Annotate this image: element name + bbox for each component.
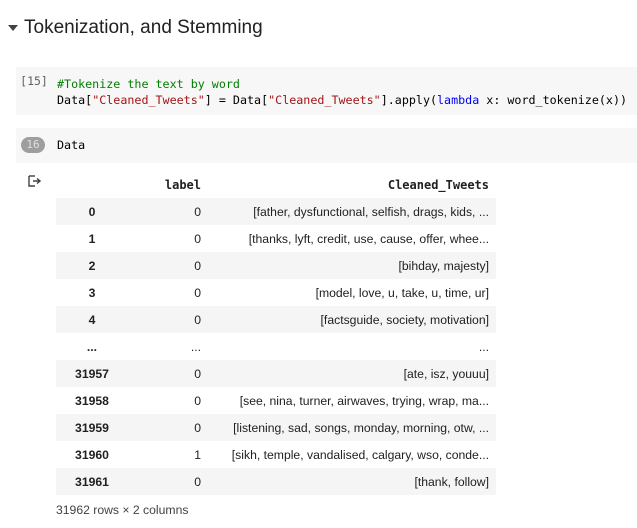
- table-row: 31958 0 [see, nina, turner, airwaves, tryi…: [56, 387, 496, 414]
- table-row: 2 0 [bihday, majesty]: [56, 252, 496, 279]
- row-index: 31958: [75, 393, 109, 408]
- row-index: 31959: [75, 420, 109, 435]
- table-row: 0 0 [father, dysfunctional, selfish, drags…: [56, 198, 496, 225]
- cell-tweets: [see, nina, turner, airwaves, trying, wr…: [239, 393, 489, 408]
- row-index: ...: [86, 339, 98, 354]
- code-token: ].apply(: [380, 93, 438, 107]
- table-row: 3 0 [model, love, u, take, u, time, ur]: [56, 279, 496, 306]
- column-header-index: [56, 172, 128, 198]
- code-editor[interactable]: #Tokenize the text by word Data["Cleaned…: [57, 76, 627, 108]
- cell-label: 1: [194, 447, 201, 462]
- code-editor[interactable]: Data: [57, 137, 85, 153]
- collapse-caret-icon[interactable]: [2, 17, 24, 39]
- code-cell[interactable]: [15] #Tokenize the text by word Data["Cl…: [16, 67, 637, 115]
- cell-tweets: [bihday, majesty]: [398, 258, 489, 273]
- cell-label: 0: [194, 393, 201, 408]
- cell-tweets: [father, dysfunctional, selfish, drags, …: [253, 204, 489, 219]
- table-row: 31957 0 [ate, isz, youuu]: [56, 360, 496, 387]
- row-index: 2: [88, 258, 96, 273]
- table-row: 31959 0 [listening, sad, songs, monday, mo…: [56, 414, 496, 441]
- code-token: x: word_tokenize(x)): [479, 93, 628, 107]
- cell-label: 0: [194, 312, 201, 327]
- code-string: "Cleaned_Tweets": [92, 93, 205, 107]
- cell-tweets: [factsguide, society, motivation]: [320, 312, 489, 327]
- code-token: Data[: [57, 93, 93, 107]
- table-row: 31961 0 [thank, follow]: [56, 468, 496, 495]
- table-row: 1 0 [thanks, lyft, credit, use, cause, off…: [56, 225, 496, 252]
- code-comment: #Tokenize the text by word: [57, 77, 240, 91]
- cell-tweets: [sikh, temple, vandalised, calgary, wso,…: [231, 447, 489, 462]
- table-row: 31960 1 [sikh, temple, vandalised, calgary…: [56, 441, 496, 468]
- row-index: 0: [88, 204, 96, 219]
- row-index: 31960: [75, 447, 109, 462]
- dataframe-table: label Cleaned_Tweets 0 0 [father, dysfunct…: [56, 172, 496, 495]
- execution-count: [15]: [20, 74, 48, 88]
- cell-label: 0: [194, 231, 201, 246]
- cell-tweets: [ate, isz, youuu]: [403, 366, 489, 381]
- output-toggle-icon[interactable]: [27, 174, 42, 188]
- code-string: "Cleaned_Tweets": [268, 93, 381, 107]
- row-index: 3: [88, 285, 96, 300]
- execution-count-badge[interactable]: 16: [21, 137, 45, 153]
- cell-tweets: [model, love, u, take, u, time, ur]: [315, 285, 489, 300]
- column-header-cleaned-tweets: Cleaned_Tweets: [387, 178, 489, 192]
- cell-label: 0: [194, 204, 201, 219]
- cell-tweets: ...: [478, 339, 489, 354]
- cell-tweets: [thank, follow]: [414, 474, 489, 489]
- cell-tweets: [thanks, lyft, credit, use, cause, offer…: [248, 231, 489, 246]
- cell-label: ...: [190, 339, 201, 354]
- cell-label: 0: [194, 258, 201, 273]
- row-index: 31961: [75, 474, 109, 489]
- cell-label: 0: [194, 474, 201, 489]
- table-row: 4 0 [factsguide, society, motivation]: [56, 306, 496, 333]
- table-row: .........: [56, 333, 496, 360]
- cell-label: 0: [194, 285, 201, 300]
- row-index: 4: [88, 312, 96, 327]
- dataframe-shape: 31962 rows × 2 columns: [56, 503, 189, 517]
- cell-tweets: [listening, sad, songs, monday, morning,…: [233, 420, 489, 435]
- cell-label: 0: [194, 420, 201, 435]
- row-index: 31957: [75, 366, 109, 381]
- section-title: Tokenization, and Stemming: [24, 17, 263, 38]
- row-index: 1: [88, 231, 96, 246]
- column-header-label: label: [164, 178, 201, 192]
- code-token: ] = Data[: [204, 93, 269, 107]
- code-cell[interactable]: 16 Data: [16, 128, 637, 163]
- table-header-row: label Cleaned_Tweets: [56, 172, 496, 198]
- cell-label: 0: [194, 366, 201, 381]
- section-header: Tokenization, and Stemming: [0, 12, 637, 44]
- code-keyword: lambda: [437, 93, 480, 107]
